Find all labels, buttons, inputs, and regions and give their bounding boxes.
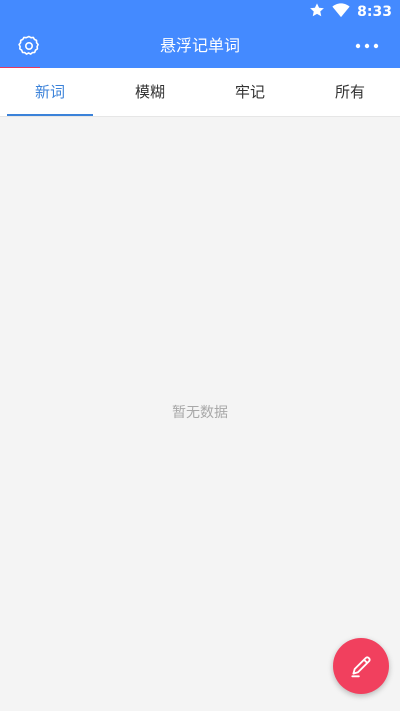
more-button[interactable] [354, 36, 380, 56]
tab-new-words[interactable]: 新词 [0, 68, 100, 116]
toolbar: 悬浮记单词 [0, 24, 400, 68]
tab-bar: 新词 模糊 牢记 所有 [0, 68, 400, 117]
tab-label: 模糊 [134, 83, 165, 101]
tab-label: 牢记 [234, 83, 265, 101]
empty-state-text: 暂无数据 [172, 405, 228, 421]
more-dots-icon [355, 43, 379, 49]
pen-icon [351, 656, 371, 678]
status-icons: 8:33 [309, 3, 392, 21]
tab-indicator [7, 114, 93, 116]
wifi-icon [332, 2, 350, 22]
status-time: 8:33 [357, 4, 392, 20]
settings-button[interactable] [17, 34, 41, 58]
tab-all[interactable]: 所有 [300, 68, 400, 116]
page-title: 悬浮记单词 [159, 36, 240, 55]
app-header: 8:33 悬浮记单词 [0, 0, 400, 68]
tab-memorized[interactable]: 牢记 [200, 68, 300, 116]
star-icon [309, 2, 325, 22]
status-bar: 8:33 [0, 0, 400, 24]
gear-icon [18, 35, 39, 55]
tab-label: 新词 [34, 83, 65, 101]
add-word-button[interactable] [333, 638, 389, 694]
tab-fuzzy[interactable]: 模糊 [100, 68, 200, 116]
tab-label: 所有 [334, 83, 365, 101]
